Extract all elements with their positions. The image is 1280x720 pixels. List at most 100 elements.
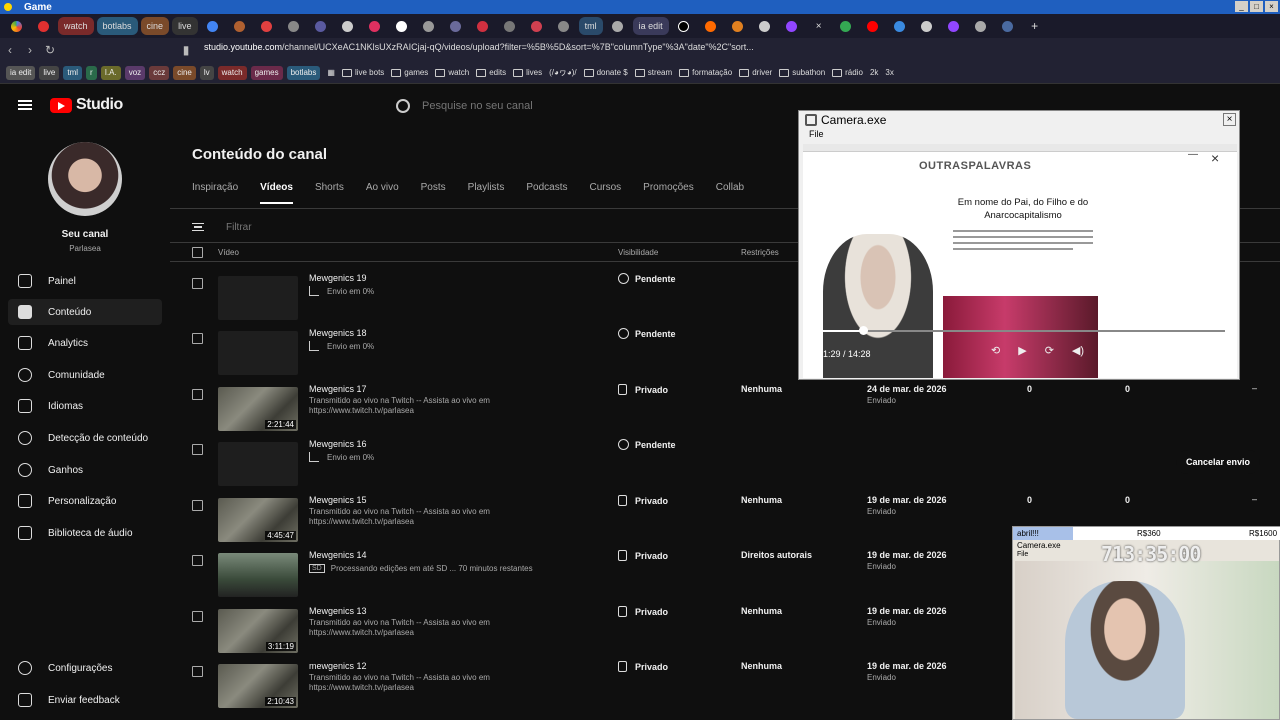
tab-podcasts[interactable]: Podcasts <box>526 182 567 204</box>
bookmark-folder[interactable]: rádio <box>832 68 863 77</box>
volume-icon[interactable]: ◀) <box>1072 344 1084 357</box>
tab-icon-23[interactable] <box>969 17 993 35</box>
hamburger-menu-icon[interactable] <box>18 100 32 110</box>
tab-icon-14[interactable] <box>525 17 549 35</box>
camera-window-titlebar[interactable]: Camera.exe <box>799 111 1239 128</box>
tab-promocoes[interactable]: Promoções <box>643 182 694 204</box>
bookmark-chip[interactable]: games <box>250 65 283 80</box>
sidebar-item-conteudo[interactable]: Conteúdo <box>8 299 162 325</box>
cancel-upload-button[interactable]: Cancelar envio <box>1176 450 1261 474</box>
bookmark-folder[interactable]: 2k <box>870 68 878 77</box>
tab-cine[interactable]: cine <box>140 17 170 35</box>
video-progress-handle[interactable] <box>858 326 868 335</box>
tab-google-icon-2[interactable] <box>834 17 858 35</box>
file-menu[interactable]: File <box>809 129 824 139</box>
reload-icon[interactable]: ↻ <box>40 43 60 57</box>
video-thumbnail[interactable]: 3:11:19 <box>218 609 298 653</box>
url-field[interactable]: studio.youtube.com/channel/UCXeAC1NKlsUX… <box>204 42 754 52</box>
video-title[interactable]: Mewgenics 16 <box>309 439 367 449</box>
tab-icon-7[interactable] <box>336 17 360 35</box>
new-tab-icon[interactable]: + <box>1023 17 1047 35</box>
sidebar-item-settings[interactable]: Configurações <box>8 655 162 681</box>
tab-inspiracao[interactable]: Inspiração <box>192 182 238 204</box>
bookmark-folder[interactable]: donate $ <box>583 68 628 77</box>
tab-icon-15[interactable] <box>552 17 576 35</box>
tab-icon-1[interactable] <box>4 17 28 35</box>
tab-shorts[interactable]: Shorts <box>315 182 344 204</box>
tab-icon-18[interactable] <box>726 17 750 35</box>
close-button[interactable]: × <box>1265 1 1278 12</box>
video-thumbnail[interactable] <box>218 276 298 320</box>
bookmark-chip[interactable]: live <box>39 65 60 80</box>
tab-playlists[interactable]: Playlists <box>468 182 505 204</box>
tab-collab[interactable]: Collab <box>716 182 744 204</box>
sidebar-item-ganhos[interactable]: Ganhos <box>8 457 162 483</box>
bookmark-folder[interactable]: formatação <box>679 68 732 77</box>
tab-icon-12[interactable] <box>471 17 495 35</box>
embedded-video[interactable] <box>943 296 1098 378</box>
tab-watch[interactable]: watch <box>58 17 94 35</box>
row-checkbox[interactable] <box>192 278 203 289</box>
restrictions[interactable]: Direitos autorais <box>741 550 812 560</box>
video-thumbnail[interactable]: 4:45:47 <box>218 498 298 542</box>
bookmark-folder[interactable]: watch <box>435 68 469 77</box>
maximize-button[interactable]: □ <box>1250 1 1263 12</box>
bookmark-chip[interactable]: ccz <box>149 65 170 80</box>
tab-icon-20[interactable] <box>888 17 912 35</box>
tab-close-icon[interactable]: × <box>807 17 831 35</box>
close-icon[interactable]: × <box>1223 113 1236 126</box>
row-checkbox[interactable] <box>192 444 203 455</box>
bookmark-folder[interactable]: 3x <box>885 68 893 77</box>
tab-posts[interactable]: Posts <box>421 182 446 204</box>
visibility[interactable]: Privado <box>618 384 668 395</box>
camera-window[interactable]: Camera.exe × File — × OUTRASPALAVRAS Em … <box>798 110 1240 380</box>
channel-avatar[interactable] <box>48 142 122 216</box>
bookmark-chip[interactable]: voz <box>124 65 146 80</box>
row-checkbox[interactable] <box>192 389 203 400</box>
tab-twitch-icon[interactable] <box>780 17 804 35</box>
video-thumbnail[interactable] <box>218 331 298 375</box>
visibility[interactable]: Privado <box>618 550 668 561</box>
tab-tml[interactable]: tml <box>578 17 603 35</box>
tab-icon-6[interactable] <box>309 17 333 35</box>
bookmark-chip[interactable]: tml <box>63 65 83 80</box>
tab-icon-8[interactable] <box>363 17 387 35</box>
tab-icon-9[interactable] <box>390 17 414 35</box>
tab-icon-16[interactable] <box>606 17 630 35</box>
apps-grid-icon[interactable]: ▦ <box>327 68 335 77</box>
rewind-icon[interactable]: ⟲ <box>991 344 1000 357</box>
video-title[interactable]: Mewgenics 18 <box>309 328 367 338</box>
tab-icon-22[interactable] <box>942 17 966 35</box>
channel-search[interactable] <box>384 92 804 120</box>
tab-live[interactable]: live <box>172 17 198 35</box>
bookmark-folder[interactable]: stream <box>634 68 672 77</box>
bookmark-chip[interactable]: ia edit <box>6 65 36 80</box>
sidebar-item-biblioteca[interactable]: Biblioteca de áudio <box>8 520 162 546</box>
bookmark-folder[interactable]: lives <box>513 68 542 77</box>
video-title[interactable]: Mewgenics 14 <box>309 550 367 560</box>
filter-icon[interactable] <box>192 223 204 231</box>
tab-icon-24[interactable] <box>996 17 1020 35</box>
sidebar-item-personalizacao[interactable]: Personalização <box>8 488 162 514</box>
visibility[interactable]: Pendente <box>618 439 676 450</box>
sidebar-item-feedback[interactable]: Enviar feedback <box>8 687 162 713</box>
visibility[interactable]: Pendente <box>618 328 676 339</box>
sidebar-item-idiomas[interactable]: Idiomas <box>8 393 162 419</box>
video-title[interactable]: Mewgenics 13 <box>309 606 367 616</box>
bookmark-folder[interactable]: edits <box>476 68 506 77</box>
row-checkbox[interactable] <box>192 666 203 677</box>
sidebar-item-painel[interactable]: Painel <box>8 268 162 294</box>
bookmark-folder[interactable]: live bots <box>341 68 384 77</box>
tab-videos[interactable]: Vídeos <box>260 182 293 204</box>
tab-cursos[interactable]: Cursos <box>589 182 621 204</box>
visibility[interactable]: Pendente <box>618 273 676 284</box>
tab-ao-vivo[interactable]: Ao vivo <box>366 182 399 204</box>
bookmark-folder[interactable]: subathon <box>779 68 825 77</box>
sidebar-item-analytics[interactable]: Analytics <box>8 330 162 356</box>
back-icon[interactable]: ‹ <box>0 43 20 57</box>
select-all-checkbox[interactable] <box>192 247 203 258</box>
visibility[interactable]: Privado <box>618 661 668 672</box>
row-checkbox[interactable] <box>192 500 203 511</box>
tab-icon-5[interactable] <box>282 17 306 35</box>
bookmark-chip[interactable]: botlabs <box>286 65 321 80</box>
